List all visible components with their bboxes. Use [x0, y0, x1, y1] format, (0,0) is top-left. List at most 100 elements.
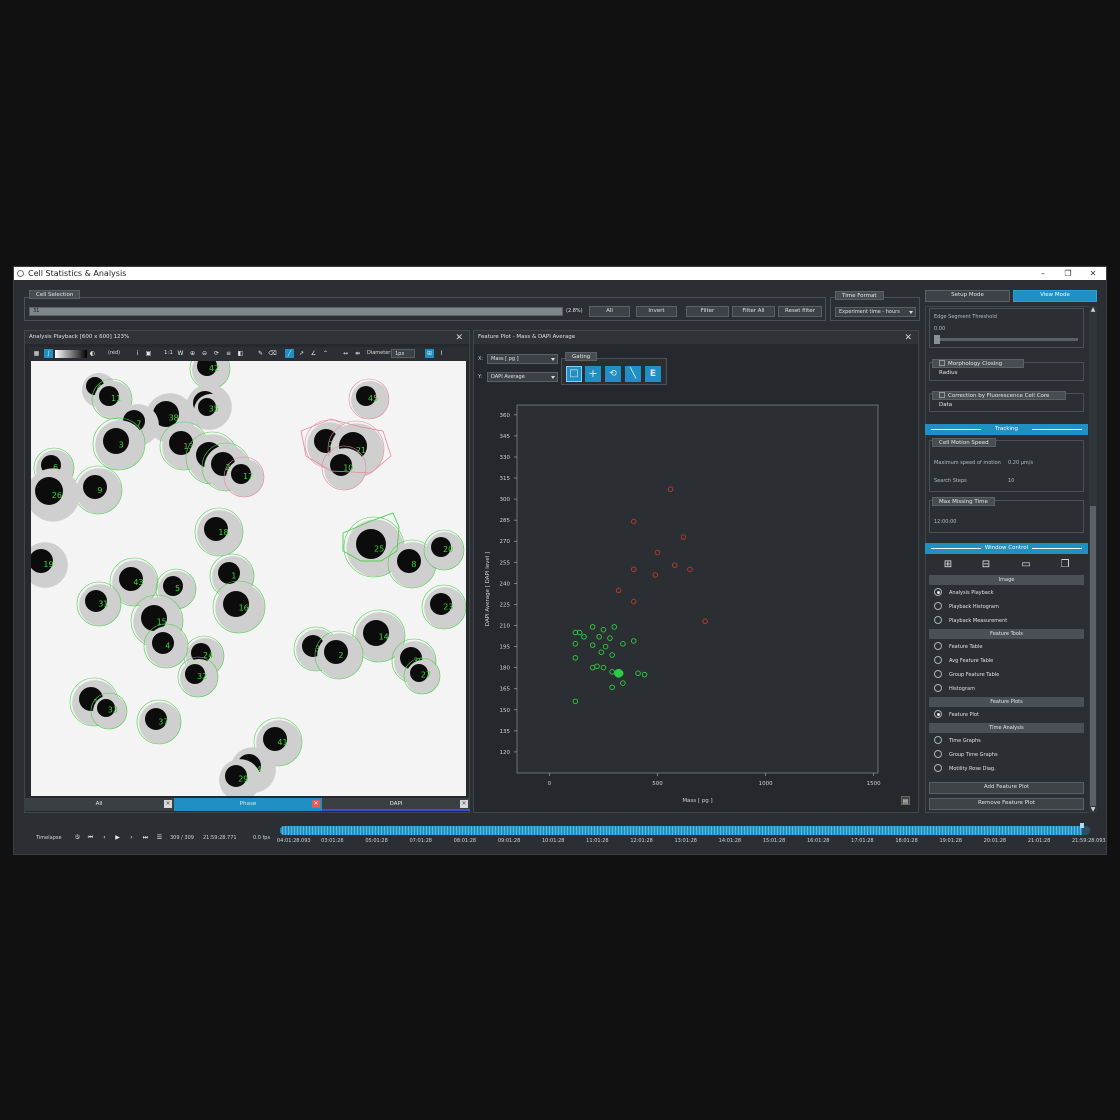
- tracking-header[interactable]: Tracking: [925, 424, 1088, 435]
- scatter-point[interactable]: [614, 668, 624, 678]
- label-analysis-playback[interactable]: Analysis Playback: [949, 589, 994, 597]
- cell-nucleus[interactable]: [397, 549, 421, 573]
- grid-layout-icon[interactable]: ⊞: [942, 559, 954, 571]
- close-icon[interactable]: ✕: [904, 333, 912, 343]
- cell-nucleus[interactable]: [152, 632, 174, 654]
- play-icon[interactable]: ▶: [113, 833, 122, 842]
- tab-close-icon[interactable]: ✕: [164, 800, 172, 808]
- wand-icon[interactable]: ⌇: [437, 349, 446, 358]
- speed-icon[interactable]: ⑤: [73, 833, 82, 842]
- scrollbar-thumb[interactable]: [1090, 506, 1096, 806]
- filter-button[interactable]: Filter: [686, 306, 729, 317]
- info-icon[interactable]: i: [133, 349, 142, 358]
- pen-icon[interactable]: ✎: [256, 349, 265, 358]
- list-icon[interactable]: ☰: [155, 833, 164, 842]
- select-all-button[interactable]: All: [589, 306, 630, 317]
- view-mode-button[interactable]: View Mode: [1013, 290, 1097, 302]
- edge-threshold-slider[interactable]: [934, 335, 1078, 344]
- cell-selection-bar[interactable]: 31: [29, 307, 563, 316]
- rect-gate-icon[interactable]: □: [566, 366, 582, 382]
- cell-nucleus[interactable]: [103, 428, 129, 454]
- restore-icon[interactable]: ❐: [1059, 267, 1077, 280]
- close-icon[interactable]: ✕: [1084, 267, 1102, 280]
- lasso-gate-icon[interactable]: ⟲: [605, 366, 621, 382]
- arrow-tool-icon[interactable]: ↗: [297, 349, 306, 358]
- search-steps-value[interactable]: 10: [1008, 478, 1014, 484]
- label-avg-feature-table[interactable]: Avg Feature Table: [949, 657, 993, 665]
- line-gate-icon[interactable]: ╲: [625, 366, 641, 382]
- cell-nucleus[interactable]: [218, 562, 240, 584]
- radio-group-feature-table[interactable]: [934, 670, 942, 678]
- timeline-slider[interactable]: [280, 826, 1090, 835]
- tab-dapi[interactable]: DAPI ✕: [322, 798, 470, 811]
- next-frame-icon[interactable]: ›: [127, 833, 136, 842]
- erase-icon[interactable]: ⌫: [268, 349, 277, 358]
- split-icon[interactable]: ◧: [236, 349, 245, 358]
- timeline-handle[interactable]: [1079, 823, 1084, 828]
- polyline-tool-icon[interactable]: ⌃: [321, 349, 330, 358]
- radio-group-time-graphs[interactable]: [934, 750, 942, 758]
- tab-close-icon[interactable]: ✕: [312, 800, 320, 808]
- side-scrollbar[interactable]: ▲ ▼: [1089, 306, 1097, 813]
- max-missing-value[interactable]: 12:00:00: [934, 519, 956, 525]
- export-gate-icon[interactable]: E: [645, 366, 661, 382]
- colormap-select[interactable]: (red): [108, 350, 120, 356]
- radio-motility-rose[interactable]: [934, 764, 942, 772]
- fit-width-icon[interactable]: W: [176, 349, 185, 358]
- radio-feature-table[interactable]: [934, 642, 942, 650]
- lut-gradient[interactable]: [55, 350, 87, 358]
- plot-area[interactable]: [516, 404, 879, 774]
- diameter-select[interactable]: 1px: [391, 349, 415, 358]
- add-feature-plot-button[interactable]: Add Feature Plot: [929, 782, 1084, 794]
- label-histogram[interactable]: Histogram: [949, 685, 975, 693]
- expand-icon[interactable]: ↔: [341, 349, 350, 358]
- y-feature-select[interactable]: DAPI Average: [487, 372, 558, 382]
- refresh-icon[interactable]: ⟳: [212, 349, 221, 358]
- slider-handle[interactable]: [934, 335, 940, 344]
- layers-icon[interactable]: ▦: [32, 349, 41, 358]
- tab-phase[interactable]: Phase ✕: [174, 798, 322, 811]
- tab-close-icon[interactable]: ✕: [460, 800, 468, 808]
- cell-nucleus[interactable]: [324, 640, 348, 664]
- correction-title[interactable]: Correction by Fluorescence Cell Core Dat…: [932, 391, 1066, 408]
- label-time-graphs[interactable]: Time Graphs: [949, 737, 981, 745]
- scroll-down-icon[interactable]: ▼: [1089, 806, 1097, 813]
- measure-icon[interactable]: ⊞: [425, 349, 434, 358]
- minimize-icon[interactable]: –: [1034, 267, 1052, 280]
- last-frame-icon[interactable]: ⏭: [141, 833, 150, 842]
- label-motility-rose[interactable]: Motility Rose Diag.: [949, 765, 996, 773]
- label-group-time-graphs[interactable]: Group Time Graphs: [949, 751, 998, 759]
- radio-analysis-playback[interactable]: [934, 588, 942, 596]
- reset-filter-button[interactable]: Reset filter: [778, 306, 822, 317]
- menu-icon[interactable]: ≡: [224, 349, 233, 358]
- zoom-in-icon[interactable]: ⊕: [188, 349, 197, 358]
- line-tool-icon[interactable]: ╱: [285, 349, 294, 358]
- x-feature-select[interactable]: Mass [ pg ]: [487, 354, 558, 364]
- tile-layout-icon[interactable]: ⊟: [980, 559, 992, 571]
- first-frame-icon[interactable]: ⏮: [86, 833, 95, 842]
- filter-all-button[interactable]: Filter All: [732, 306, 775, 317]
- zoom-ratio[interactable]: 1:1: [164, 350, 173, 356]
- tab-all[interactable]: All ✕: [24, 798, 174, 811]
- radio-playback-histogram[interactable]: [934, 602, 942, 610]
- time-format-select[interactable]: Experiment time - hours: [835, 307, 916, 317]
- morph-title[interactable]: Morphology Closing Radius: [932, 359, 1024, 376]
- cross-gate-icon[interactable]: +: [585, 366, 601, 382]
- radio-playback-measurement[interactable]: [934, 616, 942, 624]
- scroll-up-icon[interactable]: ▲: [1089, 306, 1097, 313]
- invert-button[interactable]: Invert: [636, 306, 677, 317]
- setup-mode-button[interactable]: Setup Mode: [925, 290, 1010, 302]
- prev-frame-icon[interactable]: ‹: [100, 833, 109, 842]
- label-group-feature-table[interactable]: Group Feature Table: [949, 671, 999, 679]
- cascade-layout-icon[interactable]: ❐: [1059, 559, 1071, 571]
- tabs-layout-icon[interactable]: ▭: [1020, 559, 1032, 571]
- label-playback-measurement[interactable]: Playback Measurement: [949, 617, 1007, 625]
- window-control-header[interactable]: Window Control: [925, 543, 1088, 554]
- correction-checkbox[interactable]: [939, 392, 945, 398]
- cell-image-canvas[interactable]: 4042341138357313366928172221104543258201…: [31, 361, 466, 796]
- zoom-out-icon[interactable]: ⊖: [200, 349, 209, 358]
- label-feature-plot[interactable]: Feature Plot: [949, 711, 979, 719]
- radio-feature-plot[interactable]: [934, 710, 942, 718]
- shrink-icon[interactable]: ⇹: [353, 349, 362, 358]
- curve-icon[interactable]: ∫: [44, 349, 53, 358]
